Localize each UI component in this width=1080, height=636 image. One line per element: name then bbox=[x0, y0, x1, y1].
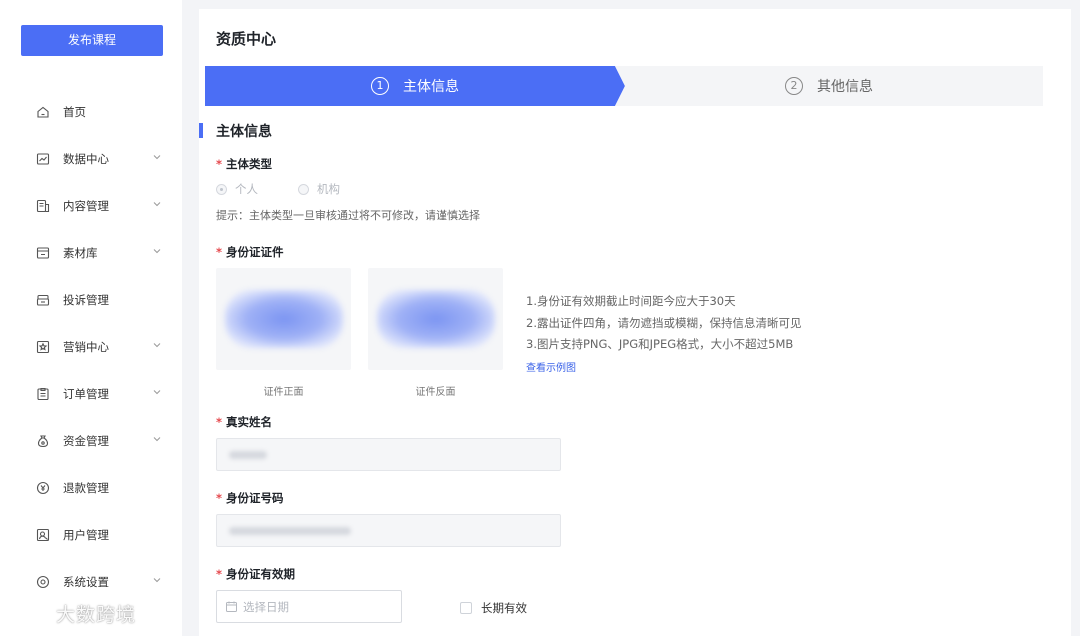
view-sample-link[interactable]: 查看示例图 bbox=[526, 359, 576, 374]
step-subject-info[interactable]: 1 主体信息 bbox=[205, 66, 625, 106]
radio-dot bbox=[216, 183, 227, 195]
watermark: 大数跨境 bbox=[8, 600, 136, 627]
refund-icon bbox=[36, 481, 50, 495]
requirement-item: 3.图片支持PNG、JPG和JPEG格式，大小不超过5MB bbox=[526, 337, 794, 351]
sidebar-item-refunds[interactable]: 退款管理 bbox=[0, 464, 182, 511]
folder-icon bbox=[36, 246, 50, 260]
date-placeholder: 选择日期 bbox=[243, 599, 289, 614]
step-label: 其他信息 bbox=[817, 79, 873, 95]
chart-icon bbox=[36, 152, 50, 166]
id-number-label: * 身份证号码 bbox=[216, 491, 284, 505]
sidebar-item-label: 资金管理 bbox=[63, 433, 109, 448]
id-documents-label: * 身份证证件 bbox=[216, 245, 284, 259]
order-icon bbox=[36, 387, 50, 401]
chevron-down-icon bbox=[153, 200, 161, 208]
chevron-down-icon bbox=[153, 247, 161, 255]
sidebar-item-label: 投诉管理 bbox=[63, 292, 109, 307]
required-marker: * bbox=[216, 415, 223, 429]
required-marker: * bbox=[216, 157, 223, 171]
settings-icon bbox=[36, 575, 50, 589]
radio-individual[interactable]: 个人 bbox=[216, 181, 258, 197]
sidebar-item-users[interactable]: 用户管理 bbox=[0, 511, 182, 558]
step-number: 1 bbox=[371, 77, 389, 95]
sidebar-item-label: 订单管理 bbox=[63, 386, 109, 401]
watermark-text: 大数跨境 bbox=[56, 604, 137, 626]
publish-course-button[interactable]: 发布课程 bbox=[21, 25, 163, 56]
main-card: 资质中心 1 主体信息 2 其他信息 主体信息 * 主体类型 个人 机构 提示：主… bbox=[199, 9, 1071, 636]
sidebar-item-label: 系统设置 bbox=[63, 574, 109, 589]
sidebar-item-label: 营销中心 bbox=[63, 339, 109, 354]
sidebar-item-orders[interactable]: 订单管理 bbox=[0, 370, 182, 417]
sidebar-item-material-library[interactable]: 素材库 bbox=[0, 229, 182, 276]
content-icon bbox=[36, 199, 50, 213]
subject-type-hint: 提示：主体类型一旦审核通过将不可修改，请谨慎选择 bbox=[216, 209, 480, 222]
required-marker: * bbox=[216, 567, 223, 581]
requirement-item: 1.身份证有效期截止时间距今应大于30天 bbox=[526, 294, 736, 308]
chevron-down-icon bbox=[153, 388, 161, 396]
id-number-input[interactable] bbox=[216, 514, 561, 547]
real-name-input[interactable] bbox=[216, 438, 561, 471]
chevron-down-icon bbox=[153, 153, 161, 161]
sidebar-item-label: 数据中心 bbox=[63, 151, 109, 166]
sidebar-item-label: 内容管理 bbox=[63, 198, 109, 213]
radio-label: 机构 bbox=[317, 182, 340, 196]
section-title: 主体信息 bbox=[216, 124, 272, 140]
id-front-upload[interactable] bbox=[216, 268, 351, 370]
calendar-icon bbox=[226, 601, 237, 612]
chevron-down-icon bbox=[153, 435, 161, 443]
sidebar-item-label: 首页 bbox=[63, 104, 86, 119]
step-other-info[interactable]: 2 其他信息 bbox=[615, 66, 1043, 106]
long-term-checkbox[interactable]: 长期有效 bbox=[460, 600, 527, 616]
radio-label: 个人 bbox=[235, 182, 258, 196]
validity-date-picker[interactable]: 选择日期 bbox=[216, 590, 402, 623]
id-front-image bbox=[224, 290, 343, 348]
id-back-caption: 证件反面 bbox=[415, 387, 456, 398]
id-back-upload[interactable] bbox=[368, 268, 503, 370]
real-name-label: * 真实姓名 bbox=[216, 415, 273, 429]
user-icon bbox=[36, 528, 50, 542]
home-icon bbox=[36, 105, 50, 119]
sidebar-item-home[interactable]: 首页 bbox=[0, 88, 182, 135]
requirement-item: 2.露出证件四角，请勿遮挡或模糊，保持信息清晰可见 bbox=[526, 315, 802, 330]
sidebar-item-data-center[interactable]: 数据中心 bbox=[0, 135, 182, 182]
money-bag-icon bbox=[36, 434, 50, 448]
chevron-down-icon bbox=[153, 576, 161, 584]
required-marker: * bbox=[216, 245, 223, 259]
step-indicator: 1 主体信息 2 其他信息 bbox=[205, 66, 1043, 106]
sidebar-item-settings[interactable]: 系统设置 bbox=[0, 558, 182, 605]
complaint-icon bbox=[36, 293, 50, 307]
sidebar-item-label: 退款管理 bbox=[63, 480, 109, 495]
watermark-logo-icon bbox=[10, 605, 45, 621]
marketing-icon bbox=[36, 340, 50, 354]
subject-type-label: * 主体类型 bbox=[216, 157, 273, 171]
section-accent-bar bbox=[199, 123, 203, 138]
required-marker: * bbox=[216, 491, 223, 505]
sidebar-item-complaints[interactable]: 投诉管理 bbox=[0, 276, 182, 323]
sidebar: 发布课程 首页 数据中心 内容管理 素材库 投诉管理 营销中心 订单管理 资金管… bbox=[0, 0, 182, 636]
id-front-caption: 证件正面 bbox=[263, 387, 304, 398]
checkbox-box bbox=[460, 602, 472, 614]
radio-organization[interactable]: 机构 bbox=[298, 181, 340, 197]
radio-dot bbox=[298, 183, 309, 195]
step-label: 主体信息 bbox=[403, 79, 459, 95]
id-back-image bbox=[376, 290, 495, 348]
upload-requirements: 1.身份证有效期截止时间距今应大于30天 2.露出证件四角，请勿遮挡或模糊，保持… bbox=[526, 291, 801, 356]
sidebar-nav: 首页 数据中心 内容管理 素材库 投诉管理 营销中心 订单管理 资金管理 退款管… bbox=[0, 88, 182, 605]
step-number: 2 bbox=[785, 77, 803, 95]
sidebar-item-label: 用户管理 bbox=[63, 527, 109, 542]
checkbox-label: 长期有效 bbox=[481, 601, 527, 615]
sidebar-item-content[interactable]: 内容管理 bbox=[0, 182, 182, 229]
masked-value bbox=[229, 450, 267, 459]
masked-value bbox=[229, 526, 351, 535]
subject-type-radio-group: 个人 机构 bbox=[216, 181, 380, 197]
id-validity-label: * 身份证有效期 bbox=[216, 567, 296, 581]
page-title: 资质中心 bbox=[216, 30, 277, 48]
sidebar-item-label: 素材库 bbox=[63, 245, 98, 260]
sidebar-item-marketing[interactable]: 营销中心 bbox=[0, 323, 182, 370]
chevron-down-icon bbox=[153, 341, 161, 349]
sidebar-item-funds[interactable]: 资金管理 bbox=[0, 417, 182, 464]
